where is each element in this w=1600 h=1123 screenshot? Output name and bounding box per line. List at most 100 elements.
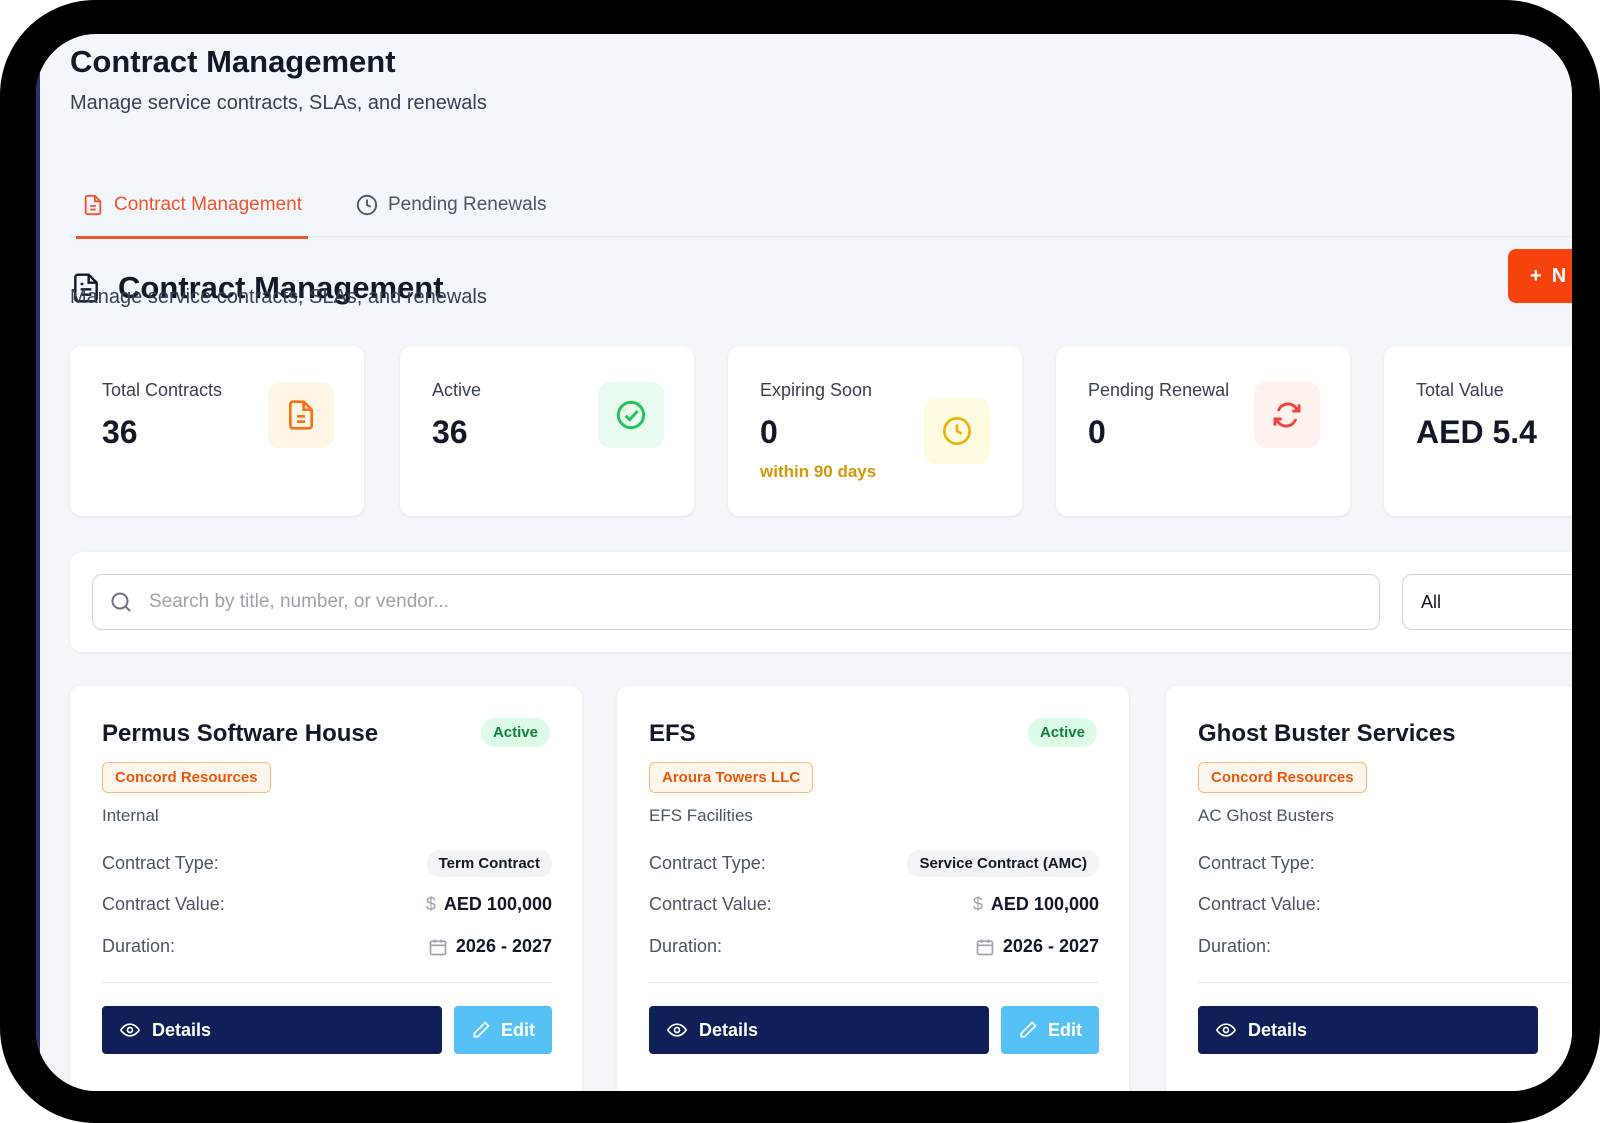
- contract-type-pill: Term Contract: [426, 850, 552, 877]
- stat-card-expiring-soon: Expiring Soon 0 within 90 days: [728, 346, 1022, 516]
- duration-text: 2026 - 2027: [455, 936, 552, 956]
- stat-value: 0: [760, 414, 778, 450]
- status-filter-select[interactable]: All: [1402, 574, 1572, 630]
- duration-text: 2026 - 2027: [1002, 936, 1099, 956]
- edit-button[interactable]: Edit: [454, 1006, 552, 1054]
- row-label: Duration:: [649, 936, 723, 956]
- clock-icon: [356, 194, 378, 216]
- details-button[interactable]: Details: [1198, 1006, 1538, 1054]
- row-label: Contract Value:: [102, 894, 225, 914]
- status-badge: Active: [1027, 718, 1097, 747]
- contract-value: $ AED 100,000: [426, 894, 552, 915]
- new-button-label: N: [1551, 264, 1567, 287]
- department-label: Internal: [102, 806, 159, 825]
- app-screen: Contract Management Manage service contr…: [36, 34, 1572, 1091]
- contract-value-row: Contract Value: $ AED 100,000: [102, 894, 552, 915]
- stat-card-total-value: Total Value AED 5.4: [1384, 346, 1572, 516]
- eye-icon: [120, 1020, 140, 1040]
- department-label: AC Ghost Busters: [1198, 806, 1335, 825]
- value-text: AED 100,000: [443, 894, 552, 914]
- check-circle-icon: [598, 382, 664, 448]
- contract-type-row: Contract Type: Maintena: [1198, 850, 1572, 877]
- duration-value: 2026 - 2027: [428, 936, 552, 957]
- plus-icon: +: [1530, 264, 1542, 287]
- divider: [649, 982, 1099, 983]
- main-content: Contract Management Manage service contr…: [70, 34, 1572, 1091]
- contract-value: $ AED 100,000: [973, 894, 1099, 915]
- pencil-icon: [1018, 1020, 1038, 1040]
- tab-label: Contract Management: [114, 194, 302, 215]
- duration-row: Duration: 2026 - 2027: [649, 936, 1099, 957]
- tab-label: Pending Renewals: [388, 194, 547, 215]
- pencil-icon: [471, 1020, 491, 1040]
- tab-bar: Contract Management Pending Renewals: [70, 154, 1572, 239]
- search-input[interactable]: [147, 590, 1351, 614]
- duration-value: 2026 - 2027: [975, 936, 1099, 957]
- contract-title: Ghost Buster Services: [1198, 720, 1456, 747]
- department-label: EFS Facilities: [649, 806, 753, 825]
- device-frame: Contract Management Manage service contr…: [0, 0, 1600, 1123]
- refresh-icon: [1254, 382, 1320, 448]
- contract-value-row: Contract Value: $: [1198, 894, 1572, 915]
- contract-title: Permus Software House: [102, 720, 379, 747]
- details-button[interactable]: Details: [102, 1006, 442, 1054]
- stat-card-pending-renewal: Pending Renewal 0: [1056, 346, 1350, 516]
- page-title: Contract Management: [70, 44, 396, 79]
- section-subtitle: Manage service contracts, SLAs, and rene…: [70, 286, 487, 308]
- new-contract-button[interactable]: + N: [1508, 249, 1572, 303]
- sidebar-edge: [36, 34, 40, 1091]
- stat-label: Total Value: [1416, 380, 1504, 400]
- stat-card-active: Active 36: [400, 346, 694, 516]
- calendar-icon: [975, 937, 995, 957]
- stat-value: 36: [432, 414, 468, 450]
- stat-value: 36: [102, 414, 138, 450]
- status-badge: Active: [480, 718, 550, 747]
- contract-card: Ghost Buster Services Concord Resources …: [1166, 686, 1572, 1091]
- row-label: Contract Value:: [1198, 894, 1321, 914]
- row-label: Contract Value:: [649, 894, 772, 914]
- edit-button[interactable]: Edit: [1001, 1006, 1099, 1054]
- stat-card-total-contracts: Total Contracts 36: [70, 346, 364, 516]
- details-label: Details: [1248, 1019, 1308, 1040]
- client-tag: Concord Resources: [1198, 762, 1367, 793]
- stat-value: AED 5.4: [1416, 414, 1537, 450]
- filter-value: All: [1421, 591, 1442, 612]
- edit-label: Edit: [501, 1019, 535, 1040]
- clock-icon: [924, 398, 990, 464]
- tab-contract-management[interactable]: Contract Management: [76, 194, 308, 239]
- search-icon: [109, 590, 133, 614]
- edit-label: Edit: [1048, 1019, 1082, 1040]
- contract-type-row: Contract Type: Service Contract (AMC): [649, 850, 1099, 877]
- stat-label: Total Contracts: [102, 380, 223, 400]
- search-panel: All: [70, 552, 1572, 652]
- row-label: Duration:: [102, 936, 176, 956]
- dollar-icon: $: [972, 894, 983, 914]
- contract-card: EFS Active Aroura Towers LLC EFS Facilit…: [617, 686, 1129, 1091]
- divider: [102, 982, 552, 983]
- duration-row: Duration: 2026 - 2027: [102, 936, 552, 957]
- client-tag: Aroura Towers LLC: [649, 762, 814, 793]
- details-label: Details: [699, 1019, 759, 1040]
- contract-type-row: Contract Type: Term Contract: [102, 850, 552, 877]
- row-label: Contract Type:: [102, 853, 219, 873]
- contract-type-pill: Service Contract (AMC): [907, 850, 1099, 877]
- stat-label: Expiring Soon: [760, 380, 873, 400]
- tab-pending-renewals[interactable]: Pending Renewals: [356, 194, 546, 236]
- duration-row: Duration:: [1198, 936, 1572, 957]
- row-label: Duration:: [1198, 936, 1272, 956]
- calendar-icon: [428, 937, 448, 957]
- stat-label: Pending Renewal: [1088, 380, 1230, 400]
- file-icon: [268, 382, 334, 448]
- contract-title: EFS: [649, 720, 696, 747]
- search-field[interactable]: [92, 574, 1380, 630]
- dollar-icon: $: [425, 894, 436, 914]
- details-label: Details: [152, 1019, 212, 1040]
- stat-note: within 90 days: [760, 462, 877, 481]
- eye-icon: [1216, 1020, 1236, 1040]
- page-subtitle: Manage service contracts, SLAs, and rene…: [70, 92, 487, 114]
- client-tag: Concord Resources: [102, 762, 271, 793]
- divider: [1198, 982, 1572, 983]
- stat-label: Active: [432, 380, 482, 400]
- details-button[interactable]: Details: [649, 1006, 989, 1054]
- contract-value-row: Contract Value: $ AED 100,000: [649, 894, 1099, 915]
